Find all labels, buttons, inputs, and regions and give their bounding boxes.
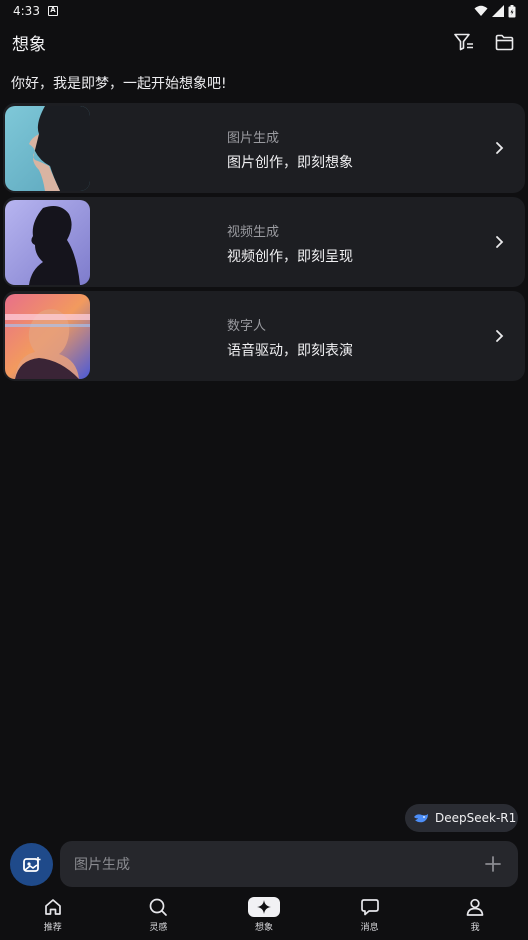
card-text: 图片生成 图片创作，即刻想象 bbox=[227, 127, 353, 172]
sparkle-icon bbox=[256, 900, 271, 914]
card-title: 数字人 bbox=[227, 319, 267, 334]
folder-icon[interactable] bbox=[492, 30, 516, 54]
card-subtitle: 语音驱动，即刻表演 bbox=[227, 343, 353, 359]
signal-icon bbox=[492, 5, 504, 17]
status-bar: 4:33 A bbox=[0, 0, 528, 22]
card-digital-human[interactable]: 数字人 语音驱动，即刻表演 bbox=[3, 291, 525, 381]
status-time: 4:33 bbox=[13, 4, 40, 18]
page-title: 想象 bbox=[12, 34, 46, 55]
tab-imagine[interactable]: 想象 bbox=[234, 896, 294, 933]
tab-inspiration[interactable]: 灵感 bbox=[128, 896, 188, 933]
tab-label: 我 bbox=[470, 923, 480, 933]
card-subtitle: 视频创作，即刻呈现 bbox=[227, 249, 353, 265]
card-text: 数字人 语音驱动，即刻表演 bbox=[227, 315, 353, 360]
search-icon bbox=[148, 896, 168, 918]
card-title: 图片生成 bbox=[227, 131, 280, 146]
status-right bbox=[474, 4, 516, 18]
chevron-right-icon bbox=[496, 236, 504, 248]
feature-cards: 图片生成 图片创作，即刻想象 视频生成 视频创作，即刻呈现 数字人 语音驱动，即… bbox=[3, 103, 525, 385]
tab-label: 消息 bbox=[360, 923, 379, 933]
card-image-generation[interactable]: 图片生成 图片创作，即刻想象 bbox=[3, 103, 525, 193]
header-actions bbox=[452, 30, 516, 54]
wifi-icon bbox=[474, 5, 488, 16]
card-subtitle: 图片创作，即刻想象 bbox=[227, 155, 353, 171]
portrait-neon-thumbnail bbox=[5, 293, 90, 379]
prompt-input-row: 图片生成 bbox=[10, 841, 518, 887]
chevron-right-icon bbox=[496, 330, 504, 342]
image-add-icon bbox=[22, 856, 40, 872]
chat-icon bbox=[360, 896, 380, 918]
header: 想象 bbox=[0, 24, 528, 60]
tab-icon-wrap bbox=[247, 896, 280, 918]
battery-icon bbox=[508, 4, 516, 17]
model-selector-chip[interactable]: DeepSeek-R1 bbox=[405, 804, 518, 832]
model-label: DeepSeek-R1 bbox=[435, 811, 517, 825]
prompt-placeholder: 图片生成 bbox=[74, 857, 130, 873]
tab-label: 灵感 bbox=[149, 923, 168, 933]
portrait-teal-thumbnail bbox=[5, 105, 90, 191]
person-icon bbox=[465, 896, 485, 918]
bottom-tab-bar: 推荐 灵感 想象 消息 我 bbox=[0, 896, 528, 940]
tab-messages[interactable]: 消息 bbox=[340, 896, 400, 933]
tab-recommend[interactable]: 推荐 bbox=[23, 896, 83, 933]
tab-me[interactable]: 我 bbox=[445, 896, 505, 933]
active-tab-pill bbox=[247, 897, 280, 917]
tab-label: 想象 bbox=[254, 923, 273, 933]
image-upload-button[interactable] bbox=[10, 843, 53, 886]
status-left: 4:33 A bbox=[13, 4, 58, 18]
whale-icon bbox=[414, 814, 428, 823]
a-box-icon: A bbox=[47, 6, 58, 16]
card-title: 视频生成 bbox=[227, 225, 280, 240]
card-video-generation[interactable]: 视频生成 视频创作，即刻呈现 bbox=[3, 197, 525, 287]
filter-icon[interactable] bbox=[452, 30, 476, 54]
card-text: 视频生成 视频创作，即刻呈现 bbox=[227, 221, 353, 266]
tab-label: 推荐 bbox=[43, 923, 62, 933]
prompt-input[interactable]: 图片生成 bbox=[60, 841, 518, 887]
portrait-purple-thumbnail bbox=[5, 199, 90, 285]
greeting-text: 你好，我是即梦，一起开始想象吧! bbox=[11, 76, 227, 92]
plus-icon[interactable] bbox=[482, 853, 504, 875]
home-icon bbox=[43, 896, 63, 918]
chevron-right-icon bbox=[496, 142, 504, 154]
